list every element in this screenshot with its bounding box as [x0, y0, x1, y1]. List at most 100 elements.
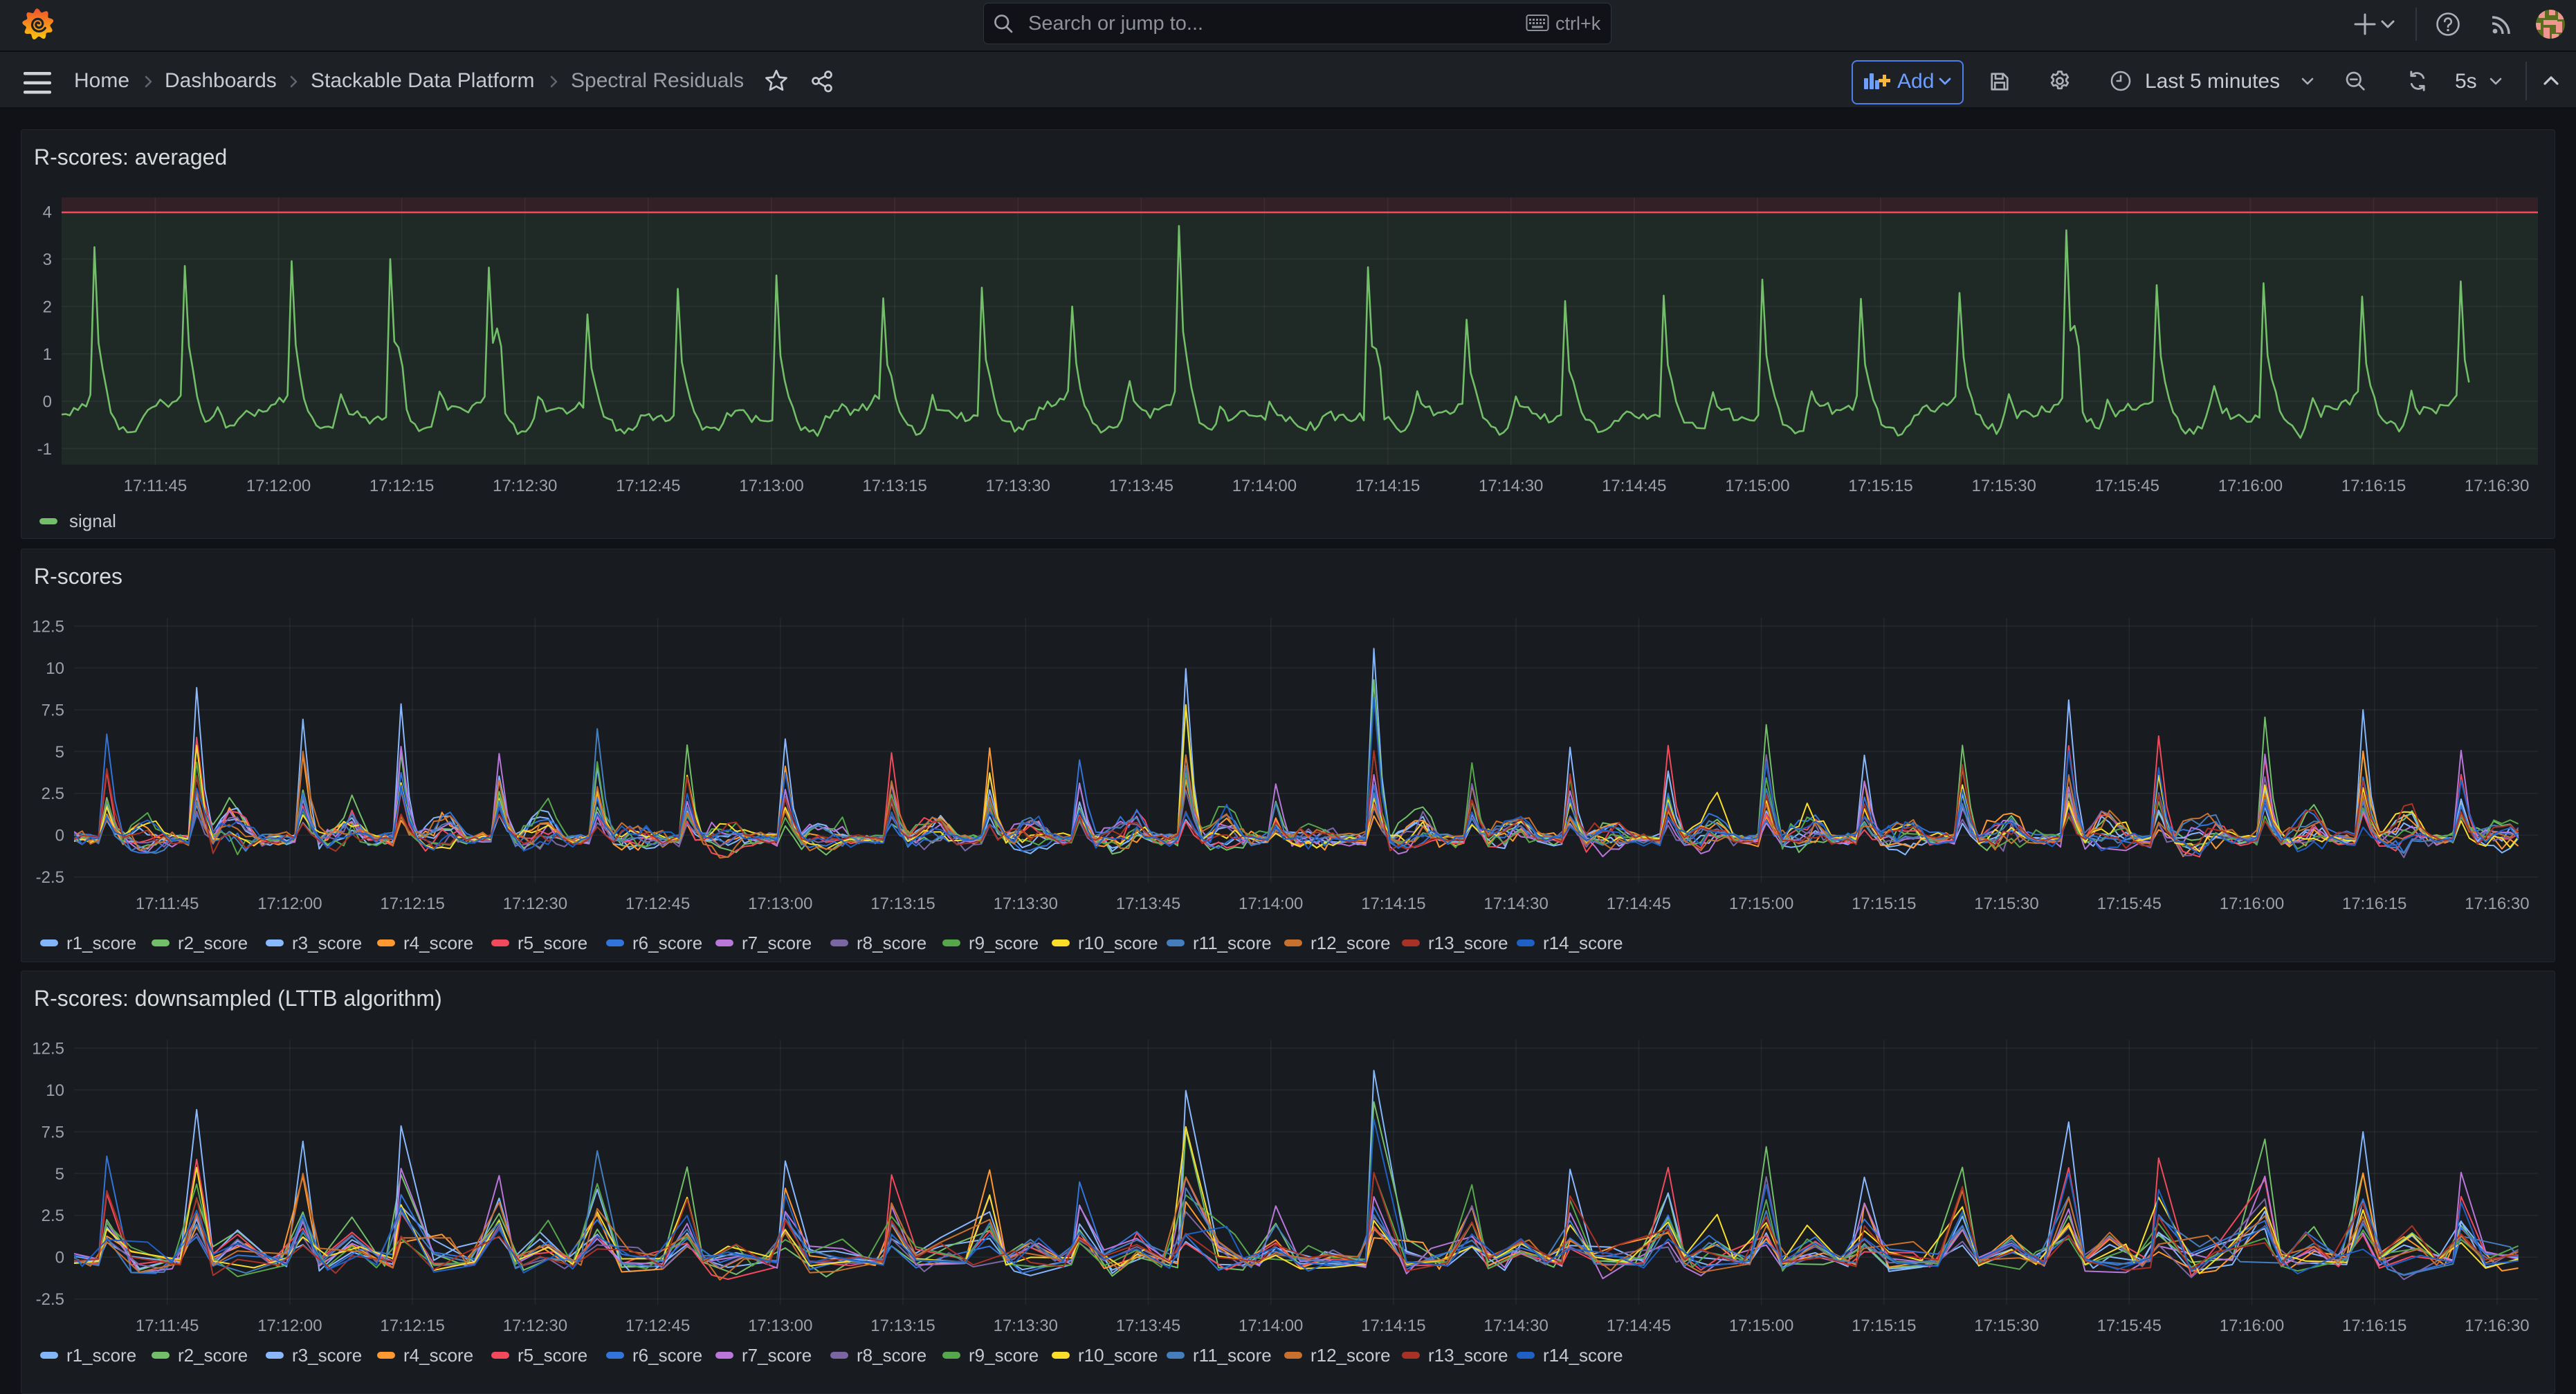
svg-text:17:12:30: 17:12:30 — [503, 895, 567, 913]
svg-text:r12_score: r12_score — [1310, 1345, 1391, 1366]
svg-text:r6_score: r6_score — [632, 933, 702, 953]
svg-text:r4_score: r4_score — [403, 1345, 473, 1366]
svg-text:17:15:00: 17:15:00 — [1729, 895, 1793, 913]
svg-text:17:15:00: 17:15:00 — [1725, 477, 1789, 495]
svg-text:17:14:15: 17:14:15 — [1361, 1317, 1425, 1335]
svg-text:r9_score: r9_score — [969, 933, 1039, 953]
svg-text:r9_score: r9_score — [969, 1345, 1039, 1366]
svg-text:17:14:00: 17:14:00 — [1239, 895, 1303, 913]
svg-text:7.5: 7.5 — [42, 1123, 64, 1141]
svg-text:r5_score: r5_score — [518, 933, 587, 953]
svg-text:4: 4 — [43, 203, 52, 222]
svg-text:17:15:15: 17:15:15 — [1852, 1317, 1916, 1335]
svg-text:r4_score: r4_score — [403, 933, 473, 953]
svg-text:r6_score: r6_score — [632, 1345, 702, 1366]
svg-text:17:12:15: 17:12:15 — [380, 895, 444, 913]
svg-text:R-scores: averaged: R-scores: averaged — [34, 145, 227, 169]
svg-text:17:12:45: 17:12:45 — [625, 895, 690, 913]
svg-text:17:11:45: 17:11:45 — [124, 477, 188, 495]
svg-text:r7_score: r7_score — [742, 1345, 812, 1366]
svg-text:-1: -1 — [37, 440, 52, 459]
svg-text:17:13:45: 17:13:45 — [1116, 1317, 1180, 1335]
svg-text:17:14:00: 17:14:00 — [1239, 1317, 1303, 1335]
svg-text:r3_score: r3_score — [292, 1345, 362, 1366]
svg-text:17:13:00: 17:13:00 — [748, 895, 812, 913]
svg-text:17:13:45: 17:13:45 — [1116, 895, 1180, 913]
svg-text:17:16:00: 17:16:00 — [2220, 1317, 2284, 1335]
svg-text:17:13:30: 17:13:30 — [994, 895, 1058, 913]
svg-text:17:14:00: 17:14:00 — [1232, 477, 1297, 495]
svg-text:17:12:00: 17:12:00 — [257, 1317, 322, 1335]
svg-text:17:12:45: 17:12:45 — [616, 477, 680, 495]
svg-text:0: 0 — [43, 393, 52, 412]
svg-text:7.5: 7.5 — [42, 701, 64, 719]
svg-text:17:12:15: 17:12:15 — [369, 477, 434, 495]
svg-text:r1_score: r1_score — [66, 1345, 136, 1366]
svg-text:r10_score: r10_score — [1078, 933, 1158, 953]
svg-text:1: 1 — [43, 345, 52, 364]
svg-text:17:14:30: 17:14:30 — [1483, 1317, 1548, 1335]
svg-text:17:13:15: 17:13:15 — [870, 1317, 935, 1335]
svg-text:r11_score: r11_score — [1193, 1345, 1272, 1366]
svg-text:17:13:00: 17:13:00 — [748, 1317, 812, 1335]
svg-text:17:15:00: 17:15:00 — [1729, 1317, 1793, 1335]
svg-text:17:16:15: 17:16:15 — [2341, 477, 2406, 495]
svg-text:17:16:00: 17:16:00 — [2220, 895, 2284, 913]
svg-text:17:16:15: 17:16:15 — [2342, 895, 2406, 913]
svg-text:r12_score: r12_score — [1310, 933, 1391, 953]
svg-text:17:15:45: 17:15:45 — [2095, 477, 2159, 495]
svg-text:r13_score: r13_score — [1428, 933, 1508, 953]
svg-text:r10_score: r10_score — [1078, 1345, 1158, 1366]
svg-text:r7_score: r7_score — [742, 933, 812, 953]
svg-text:0: 0 — [55, 827, 64, 845]
svg-text:17:14:15: 17:14:15 — [1355, 477, 1420, 495]
svg-text:17:16:30: 17:16:30 — [2465, 895, 2529, 913]
svg-text:17:13:45: 17:13:45 — [1109, 477, 1173, 495]
svg-text:5: 5 — [55, 743, 64, 762]
svg-text:10: 10 — [46, 1081, 64, 1100]
svg-text:R-scores: downsampled (LTTB al: R-scores: downsampled (LTTB algorithm) — [34, 986, 442, 1011]
svg-text:10: 10 — [46, 659, 64, 678]
svg-text:17:16:00: 17:16:00 — [2218, 477, 2283, 495]
svg-text:-2.5: -2.5 — [36, 868, 64, 887]
svg-text:17:12:00: 17:12:00 — [246, 477, 311, 495]
svg-text:17:15:30: 17:15:30 — [1974, 895, 2038, 913]
svg-text:2: 2 — [43, 298, 52, 317]
svg-text:17:16:30: 17:16:30 — [2465, 477, 2529, 495]
svg-text:17:12:15: 17:12:15 — [380, 1317, 444, 1335]
svg-text:17:12:30: 17:12:30 — [493, 477, 557, 495]
svg-text:12.5: 12.5 — [32, 618, 64, 636]
svg-text:r14_score: r14_score — [1543, 1345, 1623, 1366]
svg-text:signal: signal — [69, 511, 116, 531]
svg-text:r8_score: r8_score — [857, 933, 926, 953]
svg-text:17:13:30: 17:13:30 — [985, 477, 1050, 495]
svg-text:17:15:45: 17:15:45 — [2097, 1317, 2162, 1335]
svg-text:17:14:15: 17:14:15 — [1361, 895, 1425, 913]
svg-text:r11_score: r11_score — [1193, 933, 1272, 953]
svg-text:-2.5: -2.5 — [36, 1290, 64, 1309]
svg-text:17:14:45: 17:14:45 — [1602, 477, 1666, 495]
svg-text:r8_score: r8_score — [857, 1345, 926, 1366]
svg-text:5: 5 — [55, 1165, 64, 1184]
svg-text:17:11:45: 17:11:45 — [136, 895, 199, 913]
svg-text:r5_score: r5_score — [518, 1345, 587, 1366]
svg-text:17:14:45: 17:14:45 — [1607, 895, 1671, 913]
svg-text:17:13:15: 17:13:15 — [870, 895, 935, 913]
svg-text:17:13:15: 17:13:15 — [862, 477, 926, 495]
svg-text:17:14:45: 17:14:45 — [1607, 1317, 1671, 1335]
svg-text:r3_score: r3_score — [292, 933, 362, 953]
svg-text:2.5: 2.5 — [42, 1207, 64, 1225]
svg-text:r2_score: r2_score — [178, 933, 248, 953]
svg-text:17:12:00: 17:12:00 — [257, 895, 322, 913]
svg-text:17:12:45: 17:12:45 — [625, 1317, 690, 1335]
svg-text:17:15:45: 17:15:45 — [2097, 895, 2162, 913]
svg-text:17:15:15: 17:15:15 — [1848, 477, 1912, 495]
svg-text:17:12:30: 17:12:30 — [503, 1317, 567, 1335]
svg-text:17:14:30: 17:14:30 — [1483, 895, 1548, 913]
svg-text:17:14:30: 17:14:30 — [1479, 477, 1543, 495]
svg-text:r1_score: r1_score — [66, 933, 136, 953]
svg-text:17:11:45: 17:11:45 — [136, 1317, 199, 1335]
svg-text:17:16:15: 17:16:15 — [2342, 1317, 2406, 1335]
svg-text:r13_score: r13_score — [1428, 1345, 1508, 1366]
svg-text:0: 0 — [55, 1249, 64, 1267]
